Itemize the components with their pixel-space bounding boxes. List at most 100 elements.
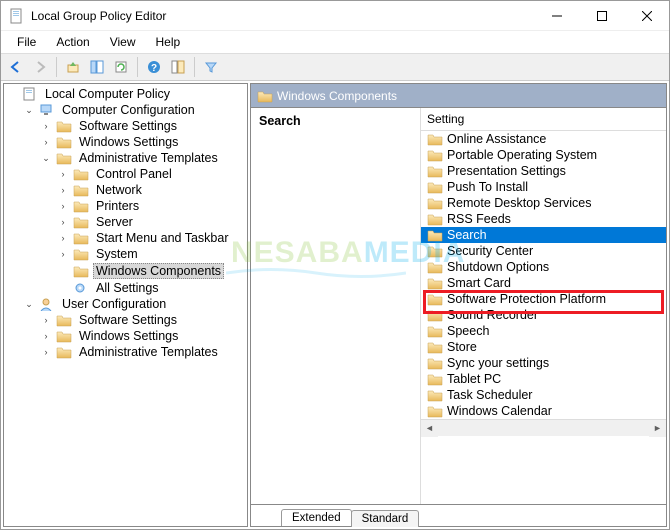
folder-icon (427, 372, 443, 386)
tab-standard[interactable]: Standard (351, 510, 420, 527)
maximize-button[interactable] (579, 1, 624, 31)
folder-icon (427, 212, 443, 226)
forward-button[interactable] (29, 56, 51, 78)
tree-item[interactable]: ›Control Panel (57, 166, 245, 182)
tree-computer-config[interactable]: ⌄ Computer Configuration (23, 102, 245, 118)
folder-icon (427, 228, 443, 242)
tree-item[interactable]: All Settings (57, 280, 245, 296)
list-item[interactable]: Remote Desktop Services (421, 195, 666, 211)
tree-item[interactable]: ›Windows Settings (40, 328, 245, 344)
folder-icon (427, 404, 443, 418)
folder-icon (56, 329, 72, 343)
close-button[interactable] (624, 1, 669, 31)
expand-icon[interactable]: › (57, 248, 69, 260)
user-icon (39, 297, 55, 311)
tree-item[interactable]: ›Network (57, 182, 245, 198)
folder-icon (427, 132, 443, 146)
folder-icon (56, 345, 72, 359)
settings-list[interactable]: Setting Online AssistancePortable Operat… (421, 108, 666, 504)
details-header: Windows Components (250, 83, 667, 107)
show-tree-button[interactable] (86, 56, 108, 78)
menu-action[interactable]: Action (46, 33, 99, 51)
expand-icon[interactable]: › (40, 136, 52, 148)
folder-icon (427, 260, 443, 274)
list-item[interactable]: RSS Feeds (421, 211, 666, 227)
list-item[interactable]: Sound Recorder (421, 307, 666, 323)
expand-icon[interactable]: › (40, 330, 52, 342)
folder-icon (427, 340, 443, 354)
list-item[interactable]: Presentation Settings (421, 163, 666, 179)
window-title: Local Group Policy Editor (31, 9, 534, 23)
folder-icon (73, 183, 89, 197)
tree-item[interactable]: Windows Components (57, 262, 245, 280)
folder-icon (427, 180, 443, 194)
policy-icon (22, 87, 38, 101)
list-item[interactable]: Windows Calendar (421, 403, 666, 419)
tree-item[interactable]: ›Software Settings (40, 312, 245, 328)
back-button[interactable] (5, 56, 27, 78)
tree-item[interactable]: ›Server (57, 214, 245, 230)
tab-extended[interactable]: Extended (281, 509, 352, 526)
expand-icon[interactable]: › (57, 168, 69, 180)
folder-icon (427, 244, 443, 258)
folder-icon (73, 199, 89, 213)
folder-icon (56, 313, 72, 327)
tree-pane[interactable]: Local Computer Policy ⌄ Computer Configu… (3, 83, 248, 527)
help-button[interactable]: ? (143, 56, 165, 78)
scroll-left-icon[interactable]: ◄ (421, 420, 438, 437)
list-item[interactable]: Smart Card (421, 275, 666, 291)
folder-icon (56, 119, 72, 133)
list-item[interactable]: Online Assistance (421, 131, 666, 147)
tree-item[interactable]: ›Administrative Templates (40, 344, 245, 360)
tree-item[interactable]: ›Start Menu and Taskbar (57, 230, 245, 246)
scroll-right-icon[interactable]: ► (649, 420, 666, 437)
tree-user-config[interactable]: ⌄ User Configuration (23, 296, 245, 312)
title-bar: Local Group Policy Editor (1, 1, 669, 31)
expand-icon[interactable]: › (57, 200, 69, 212)
list-item[interactable]: Push To Install (421, 179, 666, 195)
expand-icon[interactable]: › (40, 120, 52, 132)
expand-icon[interactable]: › (57, 216, 69, 228)
expand-icon[interactable]: › (57, 184, 69, 196)
list-item[interactable]: Task Scheduler (421, 387, 666, 403)
tree-admin-templates[interactable]: ⌄Administrative Templates (40, 150, 245, 166)
column-header-setting[interactable]: Setting (421, 108, 666, 131)
expand-icon[interactable]: › (40, 314, 52, 326)
list-item[interactable]: Shutdown Options (421, 259, 666, 275)
menu-view[interactable]: View (100, 33, 146, 51)
tree-root[interactable]: Local Computer Policy (6, 86, 245, 102)
list-item[interactable]: Store (421, 339, 666, 355)
list-item[interactable]: Sync your settings (421, 355, 666, 371)
folder-icon (427, 324, 443, 338)
details-pane: Windows Components Search Setting Online… (250, 83, 667, 527)
list-item[interactable]: Software Protection Platform (421, 291, 666, 307)
folder-icon (427, 308, 443, 322)
menu-file[interactable]: File (7, 33, 46, 51)
list-item[interactable]: Portable Operating System (421, 147, 666, 163)
properties-button[interactable] (167, 56, 189, 78)
tree-item[interactable]: ›Software Settings (40, 118, 245, 134)
expand-icon[interactable]: › (57, 232, 69, 244)
collapse-icon[interactable]: ⌄ (23, 104, 35, 116)
collapse-icon[interactable]: ⌄ (23, 298, 35, 310)
collapse-icon[interactable]: ⌄ (40, 152, 52, 164)
up-button[interactable] (62, 56, 84, 78)
list-item[interactable]: Security Center (421, 243, 666, 259)
folder-icon (73, 264, 89, 278)
list-item[interactable]: Search (421, 227, 666, 243)
settings-icon (73, 281, 89, 295)
minimize-button[interactable] (534, 1, 579, 31)
refresh-button[interactable] (110, 56, 132, 78)
menu-help[interactable]: Help (146, 33, 191, 51)
view-tabs: Extended Standard (250, 505, 667, 527)
folder-icon (73, 247, 89, 261)
filter-button[interactable] (200, 56, 222, 78)
folder-icon (427, 292, 443, 306)
tree-item[interactable]: ›Printers (57, 198, 245, 214)
list-item[interactable]: Speech (421, 323, 666, 339)
list-item[interactable]: Tablet PC (421, 371, 666, 387)
tree-item[interactable]: ›Windows Settings (40, 134, 245, 150)
expand-icon[interactable]: › (40, 346, 52, 358)
horizontal-scrollbar[interactable]: ◄ ► (421, 419, 666, 436)
tree-item[interactable]: ›System (57, 246, 245, 262)
